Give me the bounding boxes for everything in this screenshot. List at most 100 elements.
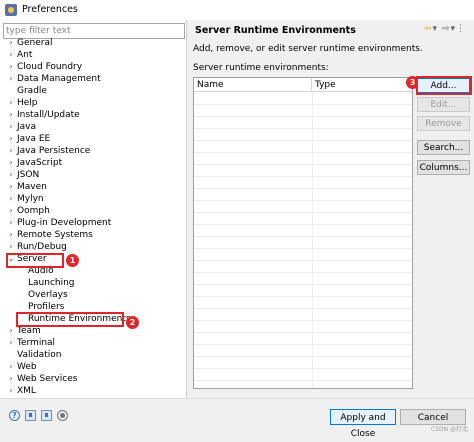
chevron-right-icon[interactable]: › — [7, 169, 15, 181]
tree-item[interactable]: › JSON — [0, 169, 186, 181]
table-row[interactable] — [194, 140, 412, 141]
edit-button[interactable]: Edit... — [417, 97, 470, 112]
chevron-right-icon[interactable]: › — [7, 325, 15, 337]
tree-item-label: Mylyn — [17, 194, 44, 204]
chevron-right-icon[interactable]: › — [7, 217, 15, 229]
record-icon[interactable] — [57, 410, 68, 421]
tree-item[interactable]: › Java Persistence — [0, 145, 186, 157]
table-row[interactable] — [194, 284, 412, 285]
table-row[interactable] — [194, 104, 412, 105]
chevron-right-icon[interactable]: › — [7, 337, 15, 349]
chevron-right-icon[interactable]: › — [7, 109, 15, 121]
page-title: Server Runtime Environments — [195, 25, 356, 36]
tree-item[interactable]: › Remote Systems — [0, 229, 186, 241]
tree-item-label: Help — [17, 98, 38, 108]
import-icon[interactable] — [25, 410, 36, 421]
tree-item[interactable]: › Java — [0, 121, 186, 133]
chevron-right-icon[interactable]: › — [7, 49, 15, 61]
add-button[interactable]: Add... — [417, 78, 470, 93]
tree-item-label: Overlays — [28, 290, 68, 300]
table-row[interactable] — [194, 332, 412, 333]
column-header-type[interactable]: Type — [312, 78, 412, 92]
chevron-right-icon[interactable]: › — [7, 181, 15, 193]
table-row[interactable] — [194, 320, 412, 321]
chevron-right-icon[interactable]: › — [7, 61, 15, 73]
server-highlight-box — [6, 253, 64, 268]
table-row[interactable] — [194, 164, 412, 165]
tree-item[interactable]: › Oomph — [0, 205, 186, 217]
runtime-environments-table[interactable]: Name Type — [193, 77, 413, 389]
chevron-right-icon[interactable]: › — [7, 121, 15, 133]
tree-item[interactable]: › Install/Update — [0, 109, 186, 121]
tree-item-label: Gradle — [17, 86, 47, 96]
tree-item[interactable]: › Mylyn — [0, 193, 186, 205]
tree-item[interactable]: › Cloud Foundry — [0, 61, 186, 73]
table-row[interactable] — [194, 128, 412, 129]
apply-and-close-button[interactable]: Apply and Close — [330, 409, 396, 439]
columns-button[interactable]: Columns... — [417, 160, 470, 175]
tree-item[interactable]: › JavaScript — [0, 157, 186, 169]
annotation-badge-2: 2 — [126, 316, 139, 329]
tree-item-label: Java Persistence — [17, 146, 91, 156]
chevron-right-icon[interactable]: › — [7, 361, 15, 373]
help-icon[interactable]: ? — [9, 410, 20, 421]
view-menu-icon[interactable]: ⋮ — [456, 24, 466, 34]
table-row[interactable] — [194, 224, 412, 225]
column-header-name[interactable]: Name — [194, 78, 312, 92]
history-navigation[interactable]: ⇦▾ ⇨▾⋮ — [424, 24, 466, 34]
table-row[interactable] — [194, 344, 412, 345]
chevron-right-icon[interactable]: › — [7, 37, 15, 49]
chevron-right-icon[interactable]: › — [7, 73, 15, 85]
chevron-right-icon[interactable]: › — [7, 373, 15, 385]
tree-item-label: Ant — [17, 50, 33, 60]
chevron-right-icon[interactable]: › — [7, 145, 15, 157]
chevron-right-icon[interactable]: › — [7, 241, 15, 253]
table-row[interactable] — [194, 236, 412, 237]
tree-item[interactable]: › Run/Debug — [0, 241, 186, 253]
table-row[interactable] — [194, 248, 412, 249]
tree-item[interactable]: › Terminal — [0, 337, 186, 349]
tree-child-item[interactable]: Overlays — [0, 289, 186, 301]
chevron-right-icon[interactable]: › — [7, 97, 15, 109]
tree-item[interactable]: › Maven — [0, 181, 186, 193]
table-row[interactable] — [194, 380, 412, 381]
tree-item[interactable]: › Web — [0, 361, 186, 373]
tree-item[interactable]: › Java EE — [0, 133, 186, 145]
tree-item[interactable]: Validation — [0, 349, 186, 361]
tree-item[interactable]: › General — [0, 37, 186, 49]
tree-child-item[interactable]: Launching — [0, 277, 186, 289]
table-row[interactable] — [194, 152, 412, 153]
remove-button[interactable]: Remove — [417, 116, 470, 131]
chevron-right-icon[interactable]: › — [7, 193, 15, 205]
page-description: Add, remove, or edit server runtime envi… — [193, 44, 423, 54]
table-row[interactable] — [194, 368, 412, 369]
table-row[interactable] — [194, 272, 412, 273]
tree-item-label: Cloud Foundry — [17, 62, 83, 72]
table-row[interactable] — [194, 200, 412, 201]
tree-item[interactable]: › Web Services — [0, 373, 186, 385]
tree-item[interactable]: › Help — [0, 97, 186, 109]
table-row[interactable] — [194, 308, 412, 309]
chevron-right-icon[interactable]: › — [7, 229, 15, 241]
table-row[interactable] — [194, 176, 412, 177]
back-dropdown-icon[interactable]: ▾ — [433, 24, 439, 34]
table-row[interactable] — [194, 212, 412, 213]
cancel-button[interactable]: Cancel — [400, 409, 466, 425]
back-arrow-icon[interactable]: ⇦ — [424, 24, 433, 34]
tree-item[interactable]: › Plug-in Development — [0, 217, 186, 229]
table-row[interactable] — [194, 116, 412, 117]
table-row[interactable] — [194, 260, 412, 261]
tree-item[interactable]: › Ant — [0, 49, 186, 61]
search-button[interactable]: Search... — [417, 140, 470, 155]
chevron-right-icon[interactable]: › — [7, 133, 15, 145]
chevron-right-icon[interactable]: › — [7, 157, 15, 169]
tree-item[interactable]: Gradle — [0, 85, 186, 97]
table-row[interactable] — [194, 188, 412, 189]
chevron-right-icon[interactable]: › — [7, 205, 15, 217]
tree-item[interactable]: › Data Management — [0, 73, 186, 85]
table-row[interactable] — [194, 296, 412, 297]
chevron-right-icon[interactable]: › — [7, 385, 15, 397]
tree-item[interactable]: › XML — [0, 385, 186, 397]
table-row[interactable] — [194, 356, 412, 357]
export-icon[interactable] — [41, 410, 52, 421]
